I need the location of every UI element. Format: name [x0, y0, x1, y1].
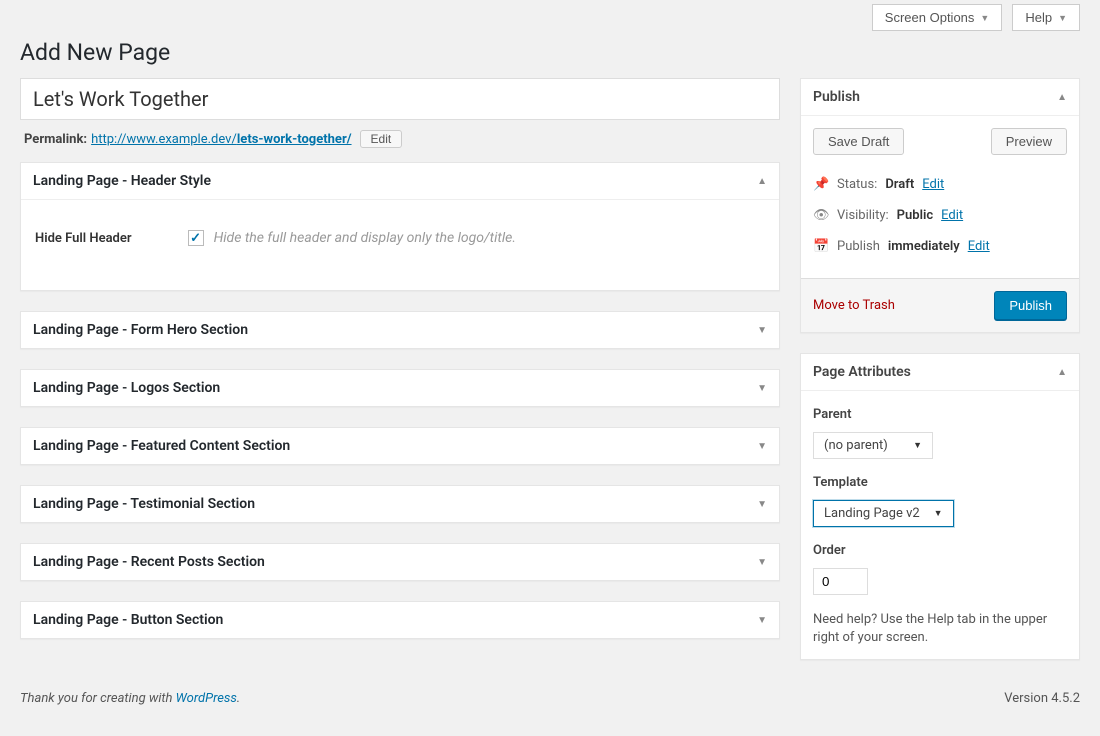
- template-value: Landing Page v2: [824, 506, 920, 521]
- publish-box-title: Publish: [813, 89, 860, 105]
- preview-button[interactable]: Preview: [991, 128, 1067, 155]
- schedule-value: immediately: [888, 239, 960, 254]
- chevron-down-icon: ▼: [757, 441, 767, 452]
- pin-icon: 📌: [813, 177, 829, 192]
- metabox-toggle[interactable]: Landing Page - Button Section ▼: [21, 602, 779, 638]
- template-select[interactable]: Landing Page v2 ▼: [813, 500, 954, 527]
- footer-version: Version 4.5.2: [1004, 691, 1080, 706]
- template-label: Template: [813, 475, 1067, 490]
- order-input[interactable]: [813, 568, 868, 595]
- metabox-testimonial: Landing Page - Testimonial Section ▼: [20, 485, 780, 523]
- screen-options-label: Screen Options: [885, 10, 975, 25]
- metabox-logos: Landing Page - Logos Section ▼: [20, 369, 780, 407]
- help-label: Help: [1025, 10, 1052, 25]
- move-to-trash-link[interactable]: Move to Trash: [813, 298, 895, 313]
- metabox-toggle[interactable]: Landing Page - Logos Section ▼: [21, 370, 779, 406]
- permalink-label: Permalink:: [24, 132, 87, 147]
- parent-select[interactable]: (no parent) ▼: [813, 432, 933, 459]
- parent-label: Parent: [813, 407, 1067, 422]
- page-attributes-box: Page Attributes ▲ Parent (no parent) ▼ T…: [800, 353, 1080, 660]
- metabox-button-section: Landing Page - Button Section ▼: [20, 601, 780, 639]
- publish-box-toggle[interactable]: Publish ▲: [801, 79, 1079, 116]
- publish-button[interactable]: Publish: [994, 291, 1067, 320]
- metabox-title: Landing Page - Featured Content Section: [33, 438, 290, 454]
- page-attributes-title: Page Attributes: [813, 364, 911, 380]
- save-draft-button[interactable]: Save Draft: [813, 128, 904, 155]
- chevron-down-icon: ▼: [757, 557, 767, 568]
- metabox-title: Landing Page - Logos Section: [33, 380, 220, 396]
- status-value: Draft: [885, 177, 914, 192]
- page-attributes-help-text: Need help? Use the Help tab in the upper…: [813, 611, 1067, 647]
- chevron-down-icon: ▼: [913, 440, 922, 451]
- visibility-label: Visibility:: [837, 208, 889, 223]
- wordpress-link[interactable]: WordPress: [176, 691, 237, 706]
- chevron-down-icon: ▼: [757, 615, 767, 626]
- chevron-down-icon: ▼: [1058, 13, 1067, 23]
- metabox-title: Landing Page - Header Style: [33, 173, 211, 189]
- metabox-toggle[interactable]: Landing Page - Header Style ▲: [21, 163, 779, 200]
- schedule-edit-link[interactable]: Edit: [968, 239, 990, 254]
- chevron-down-icon: ▼: [980, 13, 989, 23]
- page-title: Add New Page: [0, 31, 1100, 78]
- visibility-edit-link[interactable]: Edit: [941, 208, 963, 223]
- metabox-toggle[interactable]: Landing Page - Testimonial Section ▼: [21, 486, 779, 522]
- metabox-featured-content: Landing Page - Featured Content Section …: [20, 427, 780, 465]
- parent-value: (no parent): [824, 438, 888, 453]
- permalink-edit-button[interactable]: Edit: [360, 130, 403, 148]
- help-button[interactable]: Help ▼: [1012, 4, 1080, 31]
- metabox-title: Landing Page - Recent Posts Section: [33, 554, 265, 570]
- chevron-up-icon: ▲: [1057, 92, 1067, 103]
- metabox-toggle[interactable]: Landing Page - Recent Posts Section ▼: [21, 544, 779, 580]
- metabox-form-hero: Landing Page - Form Hero Section ▼: [20, 311, 780, 349]
- hide-header-label: Hide Full Header: [35, 231, 132, 246]
- permalink-link[interactable]: http://www.example.dev/lets-work-togethe…: [91, 132, 351, 147]
- eye-icon: 👁: [813, 208, 829, 223]
- hide-header-description: Hide the full header and display only th…: [214, 230, 516, 246]
- chevron-down-icon: ▼: [757, 499, 767, 510]
- metabox-title: Landing Page - Testimonial Section: [33, 496, 255, 512]
- post-title-input[interactable]: [20, 78, 780, 120]
- metabox-toggle[interactable]: Landing Page - Featured Content Section …: [21, 428, 779, 464]
- chevron-down-icon: ▼: [757, 325, 767, 336]
- chevron-down-icon: ▼: [757, 383, 767, 394]
- hide-header-checkbox[interactable]: ✓: [188, 230, 204, 246]
- page-attributes-toggle[interactable]: Page Attributes ▲: [801, 354, 1079, 391]
- chevron-up-icon: ▲: [757, 176, 767, 187]
- visibility-value: Public: [897, 208, 933, 223]
- permalink-row: Permalink: http://www.example.dev/lets-w…: [20, 120, 780, 162]
- metabox-toggle[interactable]: Landing Page - Form Hero Section ▼: [21, 312, 779, 348]
- metabox-header-style: Landing Page - Header Style ▲ Hide Full …: [20, 162, 780, 291]
- metabox-title: Landing Page - Form Hero Section: [33, 322, 248, 338]
- schedule-label: Publish: [837, 239, 880, 254]
- status-label: Status:: [837, 177, 877, 192]
- metabox-title: Landing Page - Button Section: [33, 612, 223, 628]
- order-label: Order: [813, 543, 1067, 558]
- metabox-recent-posts: Landing Page - Recent Posts Section ▼: [20, 543, 780, 581]
- publish-box: Publish ▲ Save Draft Preview 📌 Status: D…: [800, 78, 1080, 333]
- footer-thanks: Thank you for creating with WordPress.: [20, 691, 240, 706]
- calendar-icon: 📅: [813, 239, 829, 254]
- chevron-down-icon: ▼: [934, 508, 943, 519]
- screen-options-button[interactable]: Screen Options ▼: [872, 4, 1003, 31]
- chevron-up-icon: ▲: [1057, 367, 1067, 378]
- status-edit-link[interactable]: Edit: [922, 177, 944, 192]
